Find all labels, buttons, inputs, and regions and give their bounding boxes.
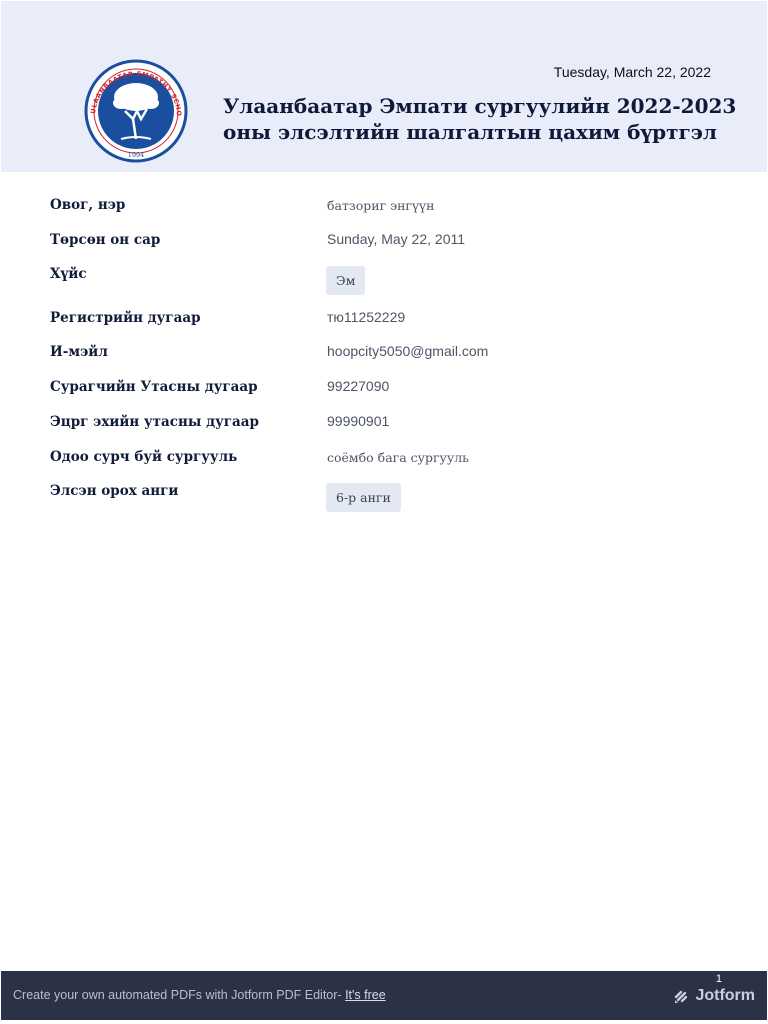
field-label: Одоо сурч буй сургууль (50, 449, 238, 465)
its-free-link[interactable]: It's free (345, 988, 386, 1002)
header-banner: ULAANBAATAR EMPATHY SCHOOL 1994 Tuesday,… (1, 1, 767, 172)
field-label: Регистрийн дугаар (50, 310, 201, 326)
footer-promo: Create your own automated PDFs with Jotf… (13, 988, 386, 1002)
field-label: Хүйс (50, 266, 87, 282)
field-value-chip: Эм (326, 266, 366, 295)
field-value: тю11252229 (327, 309, 406, 325)
field-label: Сурагчийн Утасны дугаар (50, 379, 258, 395)
field-value: соёмбо бага сургууль (327, 450, 469, 465)
title-line-2: оны элсэлтийн шалгалтын цахим бүртгэл (223, 120, 718, 144)
school-logo: ULAANBAATAR EMPATHY SCHOOL 1994 (81, 59, 188, 163)
logo-year: 1994 (128, 151, 145, 159)
field-value: 99990901 (327, 413, 390, 429)
field-value: Sunday, May 22, 2011 (327, 231, 466, 247)
field-value: батзориг энгүүн (327, 198, 435, 213)
jotform-brand-name: Jotform (695, 987, 755, 1004)
jotform-brand[interactable]: Jotform (674, 985, 755, 1007)
title-line-1: Улаанбаатар Эмпати сургуулийн 2022-2023 (223, 94, 737, 118)
jotform-logo-icon (675, 990, 688, 1003)
field-value: hoopcity5050@gmail.com (327, 343, 489, 359)
page-number: 1 (715, 973, 722, 985)
field-label: Эцрг эхийн утасны дугаар (50, 414, 259, 430)
footer-bar: 1 Create your own automated PDFs with Jo… (1, 971, 767, 1020)
field-value-chip: 6-р анги (326, 483, 401, 512)
page-title: Улаанбаатар Эмпати сургуулийн 2022-2023 … (223, 93, 743, 145)
field-value: 99227090 (327, 378, 390, 394)
field-label: Төрсөн он сар (50, 232, 161, 248)
document-date: Tuesday, March 22, 2022 (553, 64, 711, 80)
field-label: И-мэйл (50, 344, 108, 360)
field-label: Овог, нэр (50, 197, 126, 213)
field-label: Элсэн орох анги (50, 483, 179, 499)
footer-promo-text: Create your own automated PDFs with Jotf… (13, 988, 342, 1002)
